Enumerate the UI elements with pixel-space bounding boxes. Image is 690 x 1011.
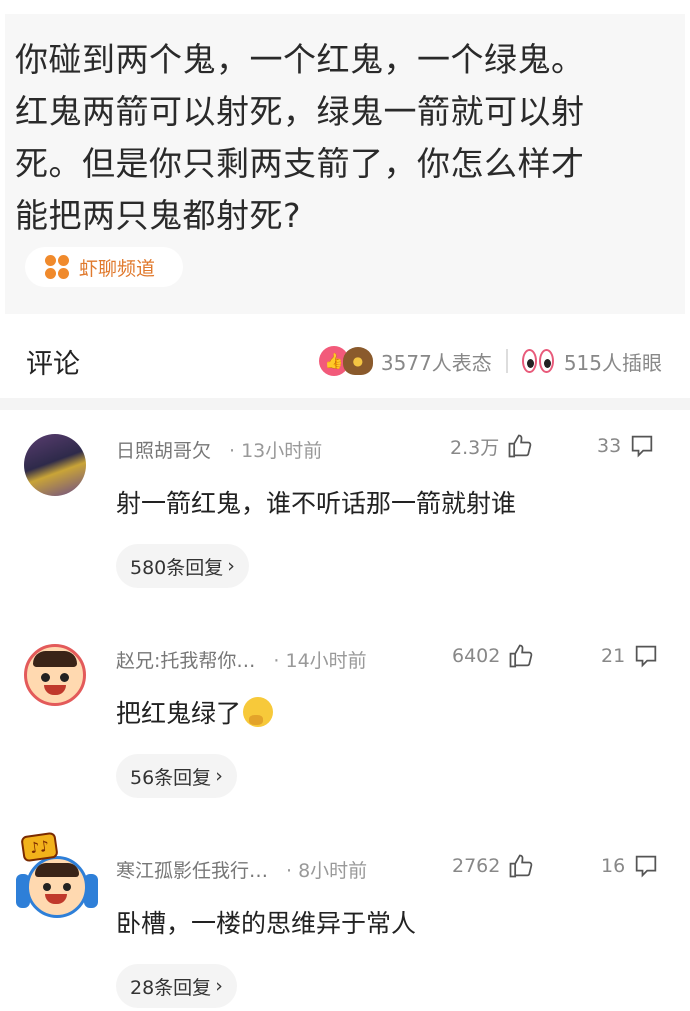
comment-header-bar: 评论 👍 ● 3577人表态 515人插眼	[0, 325, 690, 397]
view-replies-button[interactable]: 28条回复 ›	[116, 964, 237, 1008]
avatar-eye	[60, 673, 69, 682]
comment-meta: 赵兄:托我帮你… · 14小时前	[116, 646, 367, 673]
comment-text-content: 把红鬼绿了	[116, 699, 242, 728]
reaction-count: 3577人表态	[380, 350, 492, 375]
reply-count-button[interactable]: 21	[601, 642, 661, 670]
like-count: 6402	[452, 645, 501, 667]
comment-username[interactable]: 寒江孤影任我行…	[116, 856, 268, 883]
chevron-right-icon: ›	[215, 975, 223, 997]
like-count: 2.3万	[450, 436, 500, 459]
reply-count: 33	[597, 435, 622, 457]
thumbs-up-icon	[509, 644, 533, 668]
post-question-text: 你碰到两个鬼，一个红鬼，一个绿鬼。 红鬼两箭可以射死，绿鬼一箭就可以射 死。但是…	[15, 40, 585, 235]
chevron-right-icon: ›	[227, 555, 235, 577]
replies-label: 28条回复	[130, 976, 212, 999]
replies-label: 56条回复	[130, 766, 212, 789]
like-button[interactable]: 2.3万	[450, 432, 535, 460]
chevron-right-icon: ›	[215, 765, 223, 787]
music-badge-icon: ♪♪	[20, 831, 59, 863]
avatar[interactable]	[24, 644, 86, 706]
avatar[interactable]: ♪♪	[12, 831, 102, 924]
avatar-mouth	[45, 894, 67, 904]
comment-meta: 寒江孤影任我行… · 8小时前	[116, 856, 367, 883]
replies-label: 580条回复	[130, 556, 224, 579]
comment-time: · 8小时前	[286, 860, 368, 882]
thinking-emoji-icon	[243, 697, 274, 727]
eyes-icon	[521, 349, 556, 373]
comment-text: 射一箭红鬼，谁不听话那一箭就射谁	[116, 489, 517, 518]
avatar-eye	[41, 673, 50, 682]
like-count: 2762	[452, 855, 501, 877]
avatar-hair	[33, 651, 77, 667]
avatar-mouth	[44, 685, 66, 695]
reply-count: 21	[601, 645, 626, 667]
like-button[interactable]: 6402	[452, 642, 536, 670]
comment-meta: 日照胡哥欠 · 13小时前	[116, 436, 322, 463]
divider	[505, 349, 508, 373]
orange-flower-icon	[45, 255, 69, 279]
thumbs-up-icon	[509, 854, 533, 878]
reply-count: 16	[601, 855, 626, 877]
poop-reaction-icon: ●	[342, 347, 373, 375]
avatar-eye	[63, 883, 71, 891]
channel-chip[interactable]: 虾聊频道	[25, 247, 184, 287]
thumbs-up-icon	[508, 434, 532, 458]
speech-bubble-icon	[631, 435, 653, 458]
channel-label: 虾聊频道	[79, 257, 156, 280]
speech-bubble-icon	[635, 645, 657, 668]
view-replies-button[interactable]: 580条回复 ›	[116, 544, 249, 588]
comment-item: 赵兄:托我帮你… · 14小时前 6402 21 把红鬼绿了 56条回复 ›	[0, 620, 690, 798]
comment-username[interactable]: 日照胡哥欠	[116, 436, 211, 463]
speech-bubble-icon	[635, 855, 657, 878]
comment-username[interactable]: 赵兄:托我帮你…	[116, 646, 255, 673]
avatar[interactable]	[24, 434, 86, 496]
view-replies-button[interactable]: 56条回复 ›	[116, 754, 237, 798]
post-card[interactable]: 你碰到两个鬼，一个红鬼，一个绿鬼。 红鬼两箭可以射死，绿鬼一箭就可以射 死。但是…	[5, 14, 685, 314]
avatar-eye	[43, 883, 51, 891]
comment-time: · 14小时前	[273, 650, 367, 672]
reply-count-button[interactable]: 33	[597, 432, 657, 460]
section-divider	[0, 398, 690, 410]
comment-time: · 13小时前	[229, 440, 323, 462]
reply-count-button[interactable]: 16	[601, 852, 661, 880]
comments-heading: 评论	[26, 348, 80, 380]
comment-text: 卧槽，一楼的思维异于常人	[116, 909, 417, 938]
comment-text: 把红鬼绿了	[116, 694, 274, 730]
avatar-hair	[35, 863, 79, 877]
avatar-face	[26, 856, 88, 918]
like-button[interactable]: 2762	[452, 852, 536, 880]
eye-count: 515人插眼	[563, 350, 662, 375]
reactions-summary[interactable]: 👍 ● 3577人表态 515人插眼	[318, 346, 662, 376]
